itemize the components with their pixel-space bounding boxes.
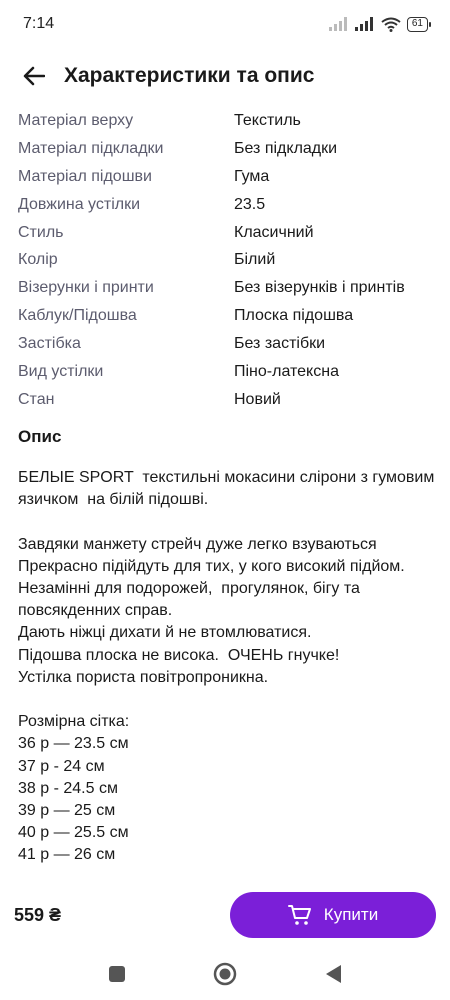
- spec-value: Гума: [234, 167, 270, 185]
- specs-list: Матеріал верху Текстиль Матеріал підкладк…: [18, 107, 438, 414]
- description-title: Опис: [18, 427, 62, 446]
- app-header: Характеристики та опис: [0, 52, 450, 100]
- scroll-fade: [0, 868, 450, 888]
- spec-value: Плоска підошва: [234, 307, 354, 325]
- spec-value: 23.5: [234, 195, 266, 213]
- page-title: Характеристики та опис: [64, 64, 315, 87]
- spec-key: Вид устілки: [18, 362, 104, 380]
- back-nav-button[interactable]: [318, 959, 348, 989]
- square-icon: [109, 966, 125, 982]
- spec-row: Вид устілки Піно-латексна: [18, 358, 438, 386]
- system-nav-bar: [0, 948, 450, 1000]
- spec-key: Каблук/Підошва: [18, 307, 137, 325]
- spec-value: Без застібки: [234, 335, 326, 353]
- signal-icon-2: [354, 17, 373, 31]
- price: 559 ₴: [14, 904, 62, 925]
- triangle-back-icon: [326, 965, 341, 983]
- spec-key: Стиль: [18, 223, 64, 241]
- spec-row: Довжина устілки 23.5: [18, 191, 438, 219]
- wifi-icon: [381, 17, 401, 32]
- recents-button[interactable]: [102, 959, 132, 989]
- cart-icon: [287, 905, 311, 925]
- spec-value: Новий: [234, 390, 281, 408]
- spec-row: Колір Білий: [18, 246, 438, 274]
- spec-value: Білий: [234, 251, 276, 269]
- signal-icon: [328, 17, 347, 31]
- spec-key: Матеріал підошви: [18, 167, 152, 185]
- spec-row: Стиль Класичний: [18, 219, 438, 247]
- spec-key: Матеріал верху: [18, 111, 134, 129]
- status-icons: 61: [328, 16, 432, 32]
- description-text: БЕЛЫЕ SPORT текстильні мокасини слipони …: [18, 469, 435, 864]
- buy-button[interactable]: Купити: [230, 892, 436, 938]
- spec-key: Застібка: [18, 335, 81, 353]
- spec-key: Колір: [18, 251, 58, 269]
- spec-key: Стан: [18, 390, 55, 408]
- spec-row: Матеріал підошви Гума: [18, 163, 438, 191]
- spec-row: Матеріал верху Текстиль: [18, 107, 438, 135]
- arrow-left-icon: [23, 66, 45, 86]
- back-button[interactable]: [12, 54, 56, 98]
- spec-row: Каблук/Підошва Плоска підошва: [18, 302, 438, 330]
- spec-value: Текстиль: [234, 111, 301, 129]
- home-button[interactable]: [210, 959, 240, 989]
- spec-row: Застібка Без застібки: [18, 330, 438, 358]
- status-bar: 7:14 61: [0, 0, 450, 48]
- spec-row: Стан Новий: [18, 386, 438, 414]
- spec-key: Довжина устілки: [18, 195, 141, 213]
- spec-row: Матеріал підкладки Без підкладки: [18, 135, 438, 163]
- spec-value: Класичний: [234, 223, 314, 241]
- spec-value: Без візерунків і принтів: [234, 279, 405, 297]
- status-time: 7:14: [23, 15, 55, 32]
- spec-key: Матеріал підкладки: [18, 139, 164, 157]
- circle-icon: [213, 962, 237, 986]
- spec-key: Візерунки і принти: [18, 279, 154, 297]
- spec-value: Піно-латексна: [234, 362, 339, 380]
- buy-button-label: Купити: [323, 905, 379, 924]
- spec-value: Без підкладки: [234, 139, 338, 157]
- battery-icon: 61: [406, 16, 432, 32]
- purchase-bar: 559 ₴ Купити: [0, 886, 450, 944]
- spec-row: Візерунки і принти Без візерунків і принт…: [18, 274, 438, 302]
